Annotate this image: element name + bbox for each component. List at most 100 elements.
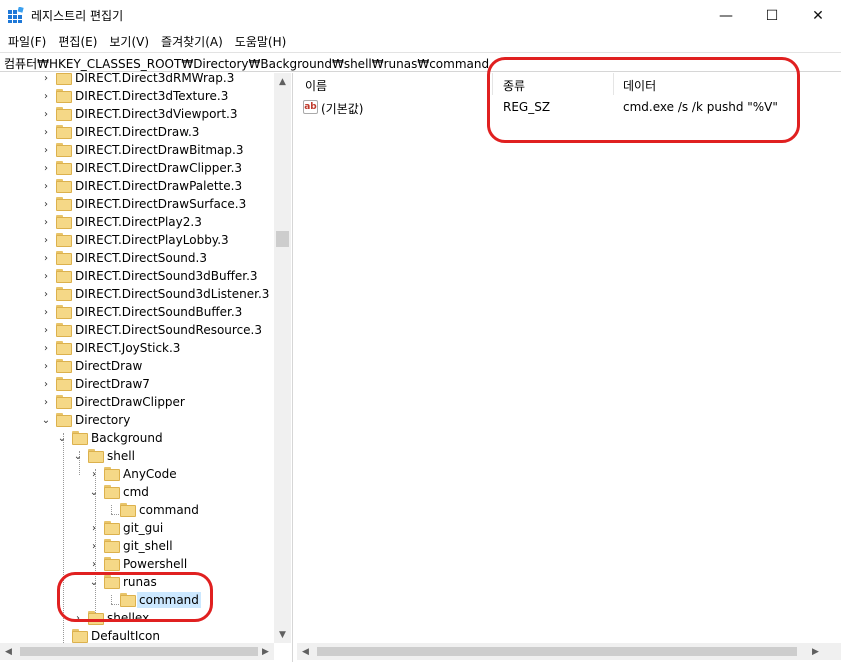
chevron-right-icon[interactable]: › xyxy=(40,321,52,339)
chevron-right-icon[interactable]: › xyxy=(40,339,52,357)
tree-item-label[interactable]: DIRECT.DirectSound.3 xyxy=(73,250,209,266)
scroll-left-arrow-icon[interactable]: ◀ xyxy=(0,643,17,660)
scroll-right-arrow-icon[interactable]: ▶ xyxy=(257,643,274,660)
tree-item-label[interactable]: DIRECT.DirectSound3dListener.3 xyxy=(73,286,271,302)
tree-item[interactable]: ⌄ shell xyxy=(0,447,274,465)
tree-item[interactable]: › AnyCode xyxy=(0,465,274,483)
chevron-right-icon[interactable]: › xyxy=(40,123,52,141)
chevron-right-icon[interactable]: › xyxy=(40,231,52,249)
tree-item[interactable]: › DIRECT.DirectPlayLobby.3 xyxy=(0,231,274,249)
tree-item[interactable]: › git_gui xyxy=(0,519,274,537)
chevron-down-icon[interactable]: ⌄ xyxy=(56,429,68,447)
tree-item-label[interactable]: DIRECT.Direct3dViewport.3 xyxy=(73,106,240,122)
list-horizontal-scrollbar[interactable]: ◀ ▶ xyxy=(297,643,824,660)
tree-item-label[interactable]: DIRECT.DirectPlay2.3 xyxy=(73,214,204,230)
tree-item[interactable]: › git_shell xyxy=(0,537,274,555)
chevron-right-icon[interactable]: › xyxy=(88,555,100,573)
scroll-thumb[interactable] xyxy=(20,647,258,656)
chevron-down-icon[interactable]: ⌄ xyxy=(88,483,100,501)
tree-item[interactable]: ⌄ Directory xyxy=(0,411,274,429)
chevron-right-icon[interactable]: › xyxy=(88,519,100,537)
tree-item-label[interactable]: shell xyxy=(105,448,137,464)
scroll-left-arrow-icon[interactable]: ◀ xyxy=(297,643,314,660)
tree-item[interactable]: › DirectDraw7 xyxy=(0,375,274,393)
tree-item[interactable]: › DIRECT.DirectSound.3 xyxy=(0,249,274,267)
tree-item[interactable]: › DIRECT.DirectDrawSurface.3 xyxy=(0,195,274,213)
tree-item-label[interactable]: Powershell xyxy=(121,556,189,572)
registry-tree[interactable]: › DIRECT.Direct3dRMWrap.3 › DIRECT.Direct3d… xyxy=(0,73,274,643)
tree-item-label[interactable]: DirectDraw xyxy=(73,358,144,374)
scroll-down-arrow-icon[interactable]: ▼ xyxy=(274,626,291,643)
tree-item[interactable]: › DIRECT.DirectSoundResource.3 xyxy=(0,321,274,339)
maximize-button[interactable]: ☐ xyxy=(749,0,795,31)
tree-item-label[interactable]: DIRECT.DirectDrawClipper.3 xyxy=(73,160,244,176)
minimize-button[interactable]: — xyxy=(703,0,749,31)
chevron-right-icon[interactable]: › xyxy=(40,357,52,375)
tree-item[interactable]: ⌄ Background xyxy=(0,429,274,447)
scroll-up-arrow-icon[interactable]: ▲ xyxy=(274,73,291,90)
tree-item[interactable]: › DIRECT.Direct3dRMWrap.3 xyxy=(0,73,274,87)
tree-item[interactable]: command xyxy=(0,501,274,519)
chevron-right-icon[interactable]: › xyxy=(40,87,52,105)
chevron-right-icon[interactable]: › xyxy=(40,105,52,123)
chevron-right-icon[interactable]: › xyxy=(40,267,52,285)
tree-item[interactable]: › DIRECT.JoyStick.3 xyxy=(0,339,274,357)
tree-item-label[interactable]: DefaultIcon xyxy=(89,628,162,643)
chevron-right-icon[interactable]: › xyxy=(40,393,52,411)
tree-item[interactable]: › DIRECT.DirectDrawClipper.3 xyxy=(0,159,274,177)
tree-item-label[interactable]: DirectDraw7 xyxy=(73,376,152,392)
chevron-right-icon[interactable]: › xyxy=(40,375,52,393)
tree-item-label[interactable]: cmd xyxy=(121,484,151,500)
chevron-right-icon[interactable]: › xyxy=(40,249,52,267)
menu-view[interactable]: 보기(V) xyxy=(103,31,155,51)
chevron-down-icon[interactable]: ⌄ xyxy=(40,411,52,429)
tree-item[interactable]: › DIRECT.DirectSoundBuffer.3 xyxy=(0,303,274,321)
menu-file[interactable]: 파일(F) xyxy=(2,31,52,51)
chevron-right-icon[interactable]: › xyxy=(40,303,52,321)
tree-horizontal-scrollbar[interactable]: ◀ ▶ xyxy=(0,643,274,660)
tree-item-label[interactable]: DIRECT.DirectDrawPalette.3 xyxy=(73,178,244,194)
chevron-right-icon[interactable]: › xyxy=(40,159,52,177)
tree-item-label[interactable]: command xyxy=(137,502,201,518)
tree-item[interactable]: › DIRECT.DirectDraw.3 xyxy=(0,123,274,141)
tree-item-label[interactable]: git_gui xyxy=(121,520,165,536)
tree-item[interactable]: › Powershell xyxy=(0,555,274,573)
menu-edit[interactable]: 편집(E) xyxy=(52,31,103,51)
tree-item[interactable]: › DIRECT.DirectSound3dBuffer.3 xyxy=(0,267,274,285)
tree-item[interactable]: › DIRECT.Direct3dViewport.3 xyxy=(0,105,274,123)
chevron-right-icon[interactable]: › xyxy=(40,285,52,303)
chevron-right-icon[interactable]: › xyxy=(40,141,52,159)
tree-item[interactable]: › DIRECT.DirectDrawBitmap.3 xyxy=(0,141,274,159)
scroll-thumb[interactable] xyxy=(276,231,289,247)
tree-item-label[interactable]: DIRECT.Direct3dRMWrap.3 xyxy=(73,73,236,86)
tree-item-label[interactable]: DIRECT.JoyStick.3 xyxy=(73,340,182,356)
tree-item-label[interactable]: DIRECT.DirectSoundBuffer.3 xyxy=(73,304,244,320)
menu-help[interactable]: 도움말(H) xyxy=(229,31,293,51)
tree-item-label[interactable]: DIRECT.DirectSoundResource.3 xyxy=(73,322,264,338)
scroll-thumb[interactable] xyxy=(317,647,797,656)
tree-item[interactable]: › DIRECT.DirectDrawPalette.3 xyxy=(0,177,274,195)
tree-item-label[interactable]: git_shell xyxy=(121,538,175,554)
resize-grip[interactable] xyxy=(824,643,841,660)
chevron-right-icon[interactable]: › xyxy=(40,213,52,231)
chevron-right-icon[interactable]: › xyxy=(40,177,52,195)
tree-item-label[interactable]: DIRECT.DirectDraw.3 xyxy=(73,124,201,140)
tree-item[interactable]: ⌄ cmd xyxy=(0,483,274,501)
chevron-right-icon[interactable]: › xyxy=(40,195,52,213)
tree-item-label[interactable]: AnyCode xyxy=(121,466,179,482)
tree-item-label[interactable]: Background xyxy=(89,430,165,446)
tree-item[interactable]: › DirectDraw xyxy=(0,357,274,375)
column-header-name[interactable]: 이름 xyxy=(305,77,327,94)
tree-item[interactable]: DefaultIcon xyxy=(0,627,274,643)
close-button[interactable]: ✕ xyxy=(795,0,841,31)
scroll-right-arrow-icon[interactable]: ▶ xyxy=(807,643,824,660)
chevron-right-icon[interactable]: › xyxy=(40,73,52,87)
tree-item-label[interactable]: DIRECT.Direct3dTexture.3 xyxy=(73,88,230,104)
chevron-right-icon[interactable]: › xyxy=(88,465,100,483)
tree-item[interactable]: › DIRECT.Direct3dTexture.3 xyxy=(0,87,274,105)
tree-item-label[interactable]: DIRECT.DirectDrawSurface.3 xyxy=(73,196,248,212)
chevron-down-icon[interactable]: ⌄ xyxy=(72,447,84,465)
tree-item-label[interactable]: DIRECT.DirectDrawBitmap.3 xyxy=(73,142,245,158)
tree-item-label[interactable]: Directory xyxy=(73,412,132,428)
tree-item[interactable]: › DIRECT.DirectPlay2.3 xyxy=(0,213,274,231)
